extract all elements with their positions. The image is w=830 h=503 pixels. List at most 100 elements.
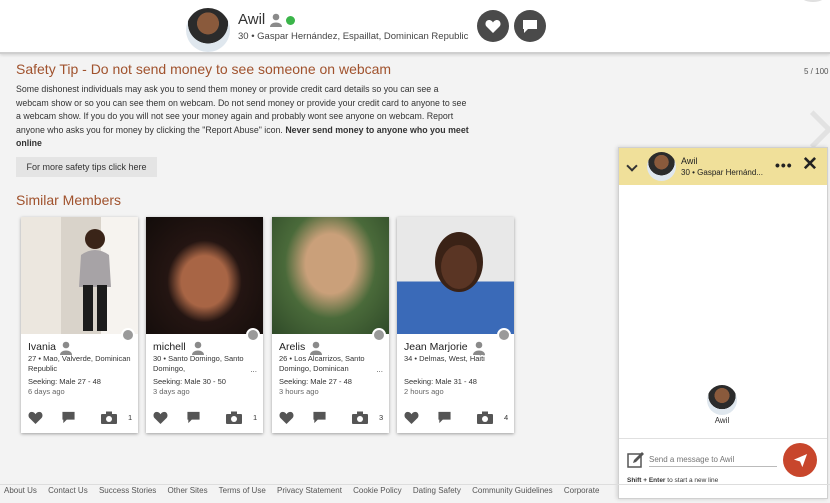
heart-icon xyxy=(485,20,501,33)
member-name: Arelis xyxy=(279,341,306,353)
member-seeking: Seeking: Male 27 - 48 xyxy=(28,377,101,386)
input-hint: Shift + Enter to start a new line xyxy=(627,477,718,484)
chat-center-name: Awil xyxy=(714,416,730,425)
member-last-seen: 2 hours ago xyxy=(404,387,444,396)
member-actions: 3 xyxy=(279,411,385,425)
member-name: Jean Marjorie xyxy=(404,341,468,353)
member-photo[interactable] xyxy=(146,217,263,334)
member-last-seen: 3 days ago xyxy=(153,387,190,396)
chat-bubble-icon[interactable] xyxy=(312,411,327,424)
footer-link-success-stories[interactable]: Success Stories xyxy=(99,486,156,495)
member-card[interactable]: Arelis 26 • Los Alcarrizos, Santo Doming… xyxy=(272,217,389,433)
member-last-seen: 3 hours ago xyxy=(279,387,319,396)
profile-location: 30 • Gaspar Hernández, Espaillat, Domini… xyxy=(238,31,469,42)
camera-icon[interactable] xyxy=(352,411,368,424)
online-indicator xyxy=(286,16,295,25)
member-location: 27 • Mao, Valverde, Dominican Republic xyxy=(28,354,131,373)
heart-icon[interactable] xyxy=(153,411,168,424)
member-seeking: Seeking: Male 31 - 48 xyxy=(404,377,477,386)
chat-center-avatar xyxy=(707,385,737,415)
member-location: 34 • Delmas, West, Haiti xyxy=(404,354,485,363)
member-name: Ivania xyxy=(28,341,57,353)
avatar[interactable] xyxy=(186,8,230,52)
member-photo[interactable] xyxy=(397,217,514,334)
close-icon[interactable]: ✕ xyxy=(802,155,818,175)
like-button[interactable] xyxy=(477,10,509,42)
member-name: michell xyxy=(153,341,186,353)
photo-count: 1 xyxy=(253,413,258,422)
corner-button[interactable] xyxy=(800,0,826,2)
person-icon xyxy=(192,341,204,355)
footer-link-corporate[interactable]: Corporate xyxy=(564,486,600,495)
profile-name: Awil xyxy=(238,11,266,28)
message-button[interactable] xyxy=(514,10,546,42)
send-button[interactable] xyxy=(783,443,817,477)
person-icon xyxy=(473,341,485,355)
member-card[interactable]: michell 30 • Santo Domingo, Santo Doming… xyxy=(146,217,263,433)
similar-members-title: Similar Members xyxy=(16,192,122,208)
chat-bubble-icon xyxy=(523,19,537,33)
safety-tip-body: Some dishonest individuals may ask you t… xyxy=(16,83,471,151)
chat-bubble-icon[interactable] xyxy=(186,411,201,424)
member-actions: 1 xyxy=(153,411,259,425)
member-figure xyxy=(61,217,111,334)
footer-links: About Us Contact Us Success Stories Othe… xyxy=(4,486,608,495)
footer-link-privacy[interactable]: Privacy Statement xyxy=(277,486,342,495)
photo-count: 1 xyxy=(128,413,133,422)
member-figure xyxy=(435,232,483,292)
compose-icon[interactable] xyxy=(627,451,645,469)
footer-link-cookie[interactable]: Cookie Policy xyxy=(353,486,401,495)
member-location: 30 • Santo Domingo, Santo Domingo, xyxy=(153,354,244,373)
chat-bubble-icon[interactable] xyxy=(61,411,76,424)
offline-status-dot xyxy=(372,328,386,342)
chat-bubble-icon[interactable] xyxy=(437,411,452,424)
profile-header: Awil 30 • Gaspar Hernández, Espaillat, D… xyxy=(0,0,830,54)
offline-status-dot xyxy=(497,328,511,342)
member-seeking: Seeking: Male 27 - 48 xyxy=(279,377,352,386)
chat-avatar[interactable] xyxy=(647,152,676,181)
member-last-seen: 6 days ago xyxy=(28,387,65,396)
member-seeking: Seeking: Male 30 - 50 xyxy=(153,377,226,386)
member-photo[interactable] xyxy=(272,217,389,334)
safety-tip-title: Safety Tip - Do not send money to see so… xyxy=(16,61,392,77)
camera-icon[interactable] xyxy=(477,411,493,424)
location-ellipsis: ... xyxy=(376,365,383,374)
chat-contact-location: 30 • Gaspar Hernánd... xyxy=(681,168,763,177)
member-photo[interactable] xyxy=(21,217,138,334)
heart-icon[interactable] xyxy=(404,411,419,424)
offline-status-dot xyxy=(121,328,135,342)
member-actions: 1 xyxy=(28,411,134,425)
location-ellipsis: ... xyxy=(250,365,257,374)
more-options-icon[interactable]: ••• xyxy=(775,157,793,173)
offline-status-dot xyxy=(246,328,260,342)
photo-count: 4 xyxy=(504,413,509,422)
safety-tips-button[interactable]: For more safety tips click here xyxy=(16,157,157,177)
heart-icon[interactable] xyxy=(28,411,43,424)
pagination-counter: 5 / 100 xyxy=(804,67,829,76)
hint-text: to start a new line xyxy=(667,477,719,484)
member-card[interactable]: Ivania 27 • Mao, Valverde, Dominican Rep… xyxy=(21,217,138,433)
chevron-down-icon[interactable] xyxy=(626,160,638,172)
footer: About Us Contact Us Success Stories Othe… xyxy=(0,484,830,503)
heart-icon[interactable] xyxy=(279,411,294,424)
send-icon xyxy=(793,453,807,467)
chat-contact-name: Awil xyxy=(681,156,698,166)
footer-link-terms[interactable]: Terms of Use xyxy=(219,486,266,495)
footer-link-other-sites[interactable]: Other Sites xyxy=(168,486,208,495)
chat-window: Awil 30 • Gaspar Hernánd... ••• ✕ Awil S… xyxy=(618,147,828,499)
message-input[interactable] xyxy=(649,452,777,467)
camera-icon[interactable] xyxy=(101,411,117,424)
footer-link-community[interactable]: Community Guidelines xyxy=(472,486,552,495)
member-location: 26 • Los Alcarrizos, Santo Domingo, Domi… xyxy=(279,354,365,373)
footer-link-contact[interactable]: Contact Us xyxy=(48,486,88,495)
person-icon xyxy=(270,13,282,27)
chat-header[interactable]: Awil 30 • Gaspar Hernánd... ••• ✕ xyxy=(619,148,827,185)
hint-keys: Shift + Enter xyxy=(627,477,666,484)
next-profile-chevron-icon[interactable] xyxy=(794,110,830,149)
camera-icon[interactable] xyxy=(226,411,242,424)
footer-link-dating-safety[interactable]: Dating Safety xyxy=(413,486,461,495)
member-card[interactable]: Jean Marjorie 34 • Delmas, West, Haiti S… xyxy=(397,217,514,433)
photo-count: 3 xyxy=(379,413,384,422)
member-actions: 4 xyxy=(404,411,510,425)
footer-link-about[interactable]: About Us xyxy=(4,486,37,495)
